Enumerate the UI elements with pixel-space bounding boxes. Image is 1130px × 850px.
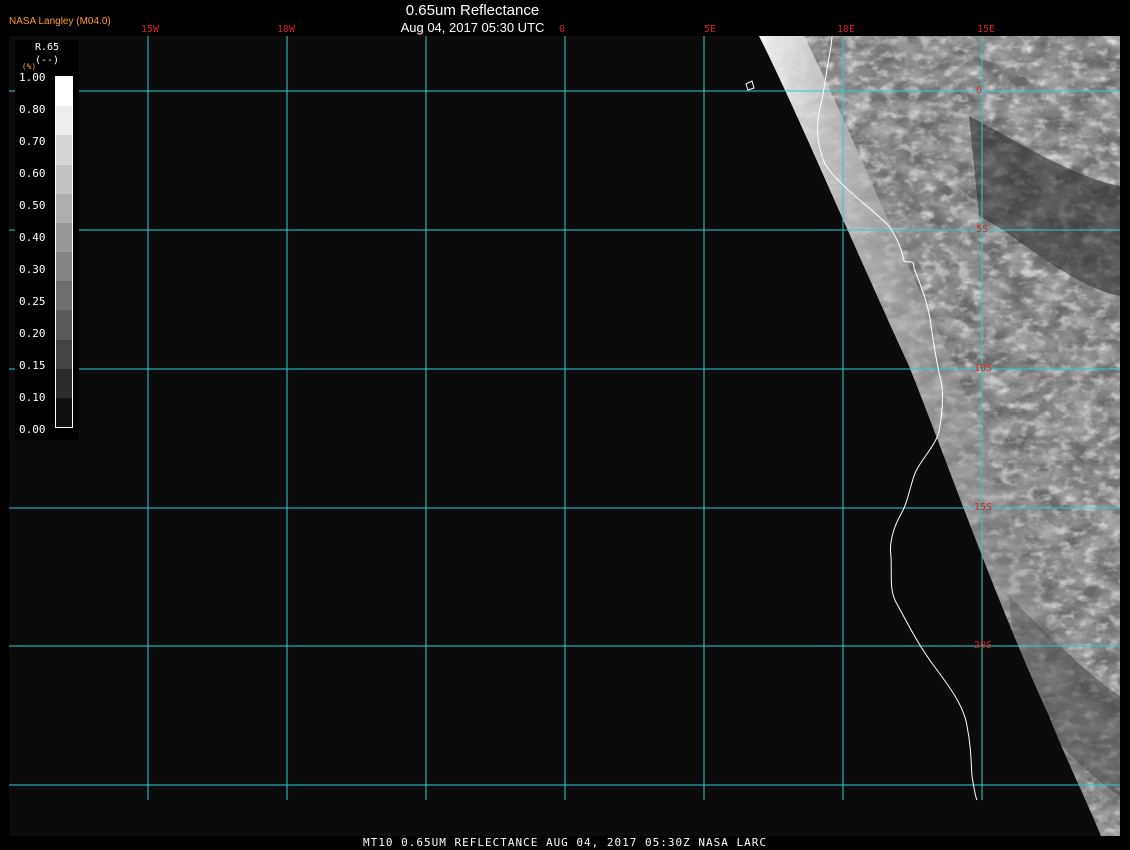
legend-swatch [56,281,72,311]
top-lon-label-0: 0 [559,24,566,35]
legend-swatch [56,310,72,340]
lat-label-10s: 10S [974,363,993,374]
top-lon-label-5e: 5E [704,24,717,35]
legend-swatch [56,77,72,107]
legend-tick-label: 0.40 [19,231,46,244]
top-lon-label-10e: 10E [837,24,856,35]
legend-tick-label: 0.20 [19,327,46,340]
legend-tick-label: 0.70 [19,135,46,148]
color-scale-legend: R.65 (--) (%) 1.00 0.80 0.70 0.60 0.50 0.40 0.… [15,40,79,440]
legend-swatch [56,339,72,370]
top-lon-label-10w: 10W [277,24,296,35]
satellite-map[interactable]: 15W 10W 5W 0 5E 10E 15E 0 5S 10S 15S 20S [9,36,1120,836]
lat-label-0: 0 [976,85,983,96]
legend-tick-label: 0.25 [19,295,46,308]
legend-tick-label: 0.60 [19,167,46,180]
legend-tick-label: 0.80 [19,103,46,116]
legend-tick-label: 0.10 [19,391,46,404]
footer-caption: MT10 0.65UM REFLECTANCE AUG 04, 2017 05:… [363,836,767,849]
lat-label-5s: 5S [976,224,989,235]
legend-swatch [56,252,72,282]
legend-swatch [56,368,72,399]
legend-tick-label: 0.00 [19,423,46,436]
map-canvas [9,36,1120,836]
legend-swatch [56,135,72,165]
lat-label-15s: 15S [974,502,993,513]
legend-tick-label: 1.00 [19,71,46,84]
satellite-image-viewer: NASA Langley (M04.0) 0.65um Reflectance … [0,0,1130,850]
legend-title: R.65 [34,42,60,53]
product-title: 0.65um Reflectance [405,2,540,19]
legend-color-bar [55,76,73,428]
legend-swatch [56,193,72,224]
top-lon-label-15w: 15W [141,24,160,35]
top-lon-label-15e: 15E [977,24,996,35]
legend-swatch [56,222,72,253]
legend-swatch [56,164,72,195]
legend-tick-label: 0.30 [19,263,46,276]
imaged-earth-region [759,36,1120,836]
legend-tick-label: 0.50 [19,199,46,212]
legend-swatch [56,397,72,428]
lat-label-20s: 20S [974,640,993,651]
legend-tick-label: 0.15 [19,359,46,372]
legend-swatch [56,106,72,136]
legend-unit-prefix: (%) [21,62,37,71]
